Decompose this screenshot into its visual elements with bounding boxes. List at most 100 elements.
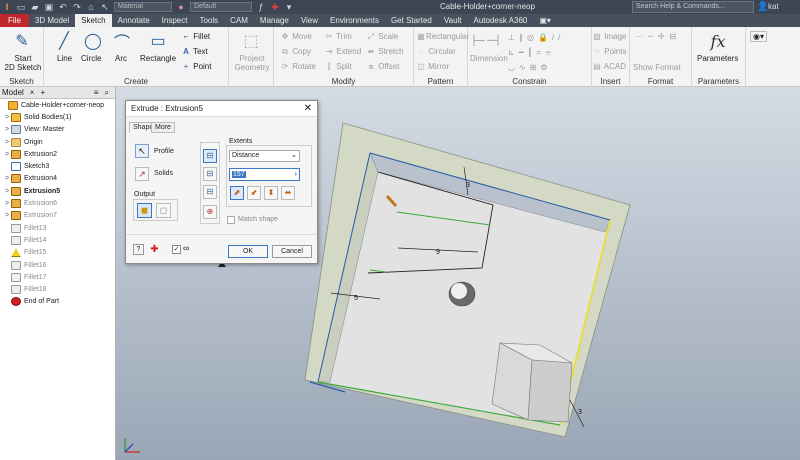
expand-chevron-icon[interactable]: > xyxy=(3,175,11,182)
tree-item[interactable]: > Extrusion2 xyxy=(0,148,115,160)
expand-chevron-icon[interactable]: > xyxy=(3,139,11,146)
line-icon[interactable]: ╱ xyxy=(54,31,74,51)
equal-icon[interactable]: = xyxy=(536,48,545,57)
tab-3d-model[interactable]: 3D Model xyxy=(29,14,75,27)
trim-button[interactable]: ✂ Trim xyxy=(324,32,352,41)
symmetric-icon[interactable]: ⌯ xyxy=(545,48,555,57)
direction-asymmetric-button[interactable]: ⬌ xyxy=(281,186,295,200)
stretch-button[interactable]: ⬌ Stretch xyxy=(366,47,404,56)
tree-item[interactable]: > View: Master xyxy=(0,124,115,136)
profile-select-button[interactable]: ↖ xyxy=(135,144,149,158)
expand-chevron-icon[interactable]: > xyxy=(3,200,11,207)
tab-annotate[interactable]: Annotate xyxy=(112,14,156,27)
offset-button[interactable]: ⧈ Offset xyxy=(366,62,399,72)
appearance-dropdown[interactable]: Default xyxy=(190,2,252,12)
cancel-button[interactable]: Cancel xyxy=(272,245,312,258)
coincident-icon[interactable]: ⊥ xyxy=(508,33,519,42)
scale-button[interactable]: ⤢ Scale xyxy=(366,32,398,42)
rectangle-icon[interactable]: ▭ xyxy=(148,31,168,51)
driven-dimension-icon[interactable]: ⊟ xyxy=(670,32,682,41)
tree-item[interactable]: Cable-Holder+corner-neop xyxy=(0,99,115,111)
ribbon-extra-dropdown[interactable]: ◉▾ xyxy=(750,31,767,42)
perpendicular-icon[interactable]: ⊾ xyxy=(508,48,519,57)
dimension-icon[interactable]: ⊢⊣ xyxy=(472,31,500,51)
new-solid-button[interactable]: ⊕ xyxy=(203,205,217,219)
tree-item[interactable]: Fillet16 xyxy=(0,259,115,271)
rectangular-pattern-button[interactable]: ▦Rectangular xyxy=(416,32,469,41)
match-shape-checkbox[interactable] xyxy=(227,216,235,224)
tree-item[interactable]: Fillet15 xyxy=(0,247,115,259)
acad-button[interactable]: ▤ ACAD xyxy=(592,62,626,71)
move-button[interactable]: ✥ Move xyxy=(280,32,312,41)
home-icon[interactable]: ⌂ xyxy=(84,2,98,12)
intersect-button[interactable]: ⊟ xyxy=(203,185,217,199)
expand-chevron-icon[interactable]: > xyxy=(3,151,11,158)
new-file-icon[interactable]: ▭ xyxy=(14,2,28,13)
tab-sketch[interactable]: Sketch xyxy=(75,14,112,27)
tab-file[interactable]: File xyxy=(0,14,29,27)
browser-close-icon[interactable]: × xyxy=(30,88,35,97)
browser-add-tab-icon[interactable]: + xyxy=(40,88,45,97)
dimension-text-9[interactable]: 9 xyxy=(436,249,440,256)
point-button[interactable]: + Point xyxy=(181,62,212,71)
tree-item[interactable]: Fillet18 xyxy=(0,283,115,295)
preview-checkbox[interactable]: ✓ xyxy=(172,245,181,254)
distance-input[interactable]: 157 › xyxy=(229,168,300,181)
line-button[interactable]: Line xyxy=(57,54,72,63)
undo-icon[interactable]: ↶ xyxy=(56,2,70,13)
browser-menu-icon[interactable]: ≡ xyxy=(94,88,99,97)
corner-block-side[interactable] xyxy=(527,359,573,423)
fix-icon[interactable]: 🔒 xyxy=(538,33,552,42)
fx-icon[interactable]: ƒ xyxy=(254,2,268,12)
centerline-icon[interactable]: ╌ xyxy=(648,32,658,41)
solids-select-button[interactable]: ↗ xyxy=(135,167,149,181)
project-geometry-icon[interactable]: ⬚ xyxy=(241,31,261,51)
expand-chevron-icon[interactable]: > xyxy=(3,114,11,121)
glasses-preview-icon[interactable]: ∞ xyxy=(183,243,189,253)
circle-icon[interactable]: ◯ xyxy=(83,31,103,51)
tab-tools[interactable]: Tools xyxy=(193,14,224,27)
select-icon[interactable]: ↖ xyxy=(98,2,112,13)
constraint-settings-icon[interactable]: ⚙ xyxy=(540,63,551,72)
browser-tab-model[interactable]: Model xyxy=(2,88,24,97)
save-icon[interactable]: ▣ xyxy=(42,2,56,13)
direction-default-button[interactable]: ⬈ xyxy=(230,186,244,200)
direction-symmetric-button[interactable]: ⬍ xyxy=(264,186,278,200)
add-icon[interactable]: ✚ xyxy=(149,244,160,255)
open-folder-icon[interactable]: ▰ xyxy=(28,2,42,13)
tab-get-started[interactable]: Get Started xyxy=(385,14,438,27)
center-point-icon[interactable]: ✢ xyxy=(658,32,670,41)
concentric-icon[interactable]: ◎ xyxy=(527,33,538,42)
show-constraints-icon[interactable]: ⊞ xyxy=(530,63,541,72)
help-icon[interactable]: ? xyxy=(133,244,144,255)
browser-search-icon[interactable]: ⌕ xyxy=(105,88,109,98)
qa-dropdown-icon[interactable]: ▾ xyxy=(282,2,296,13)
dimension-text-5[interactable]: 5 xyxy=(354,295,358,302)
project-geometry-button[interactable]: Project Geometry xyxy=(232,54,272,72)
help-search-input[interactable]: Search Help & Commands... xyxy=(632,1,754,13)
expand-chevron-icon[interactable]: > xyxy=(3,126,11,133)
start-2d-sketch-button[interactable]: Start 2D Sketch xyxy=(4,54,42,72)
split-button[interactable]: ⫿ Split xyxy=(324,62,352,72)
collinear-icon[interactable]: ∥ xyxy=(519,33,527,42)
tree-item[interactable]: End of Part xyxy=(0,296,115,308)
mirror-button[interactable]: ◫ Mirror xyxy=(416,62,449,71)
construction-icon[interactable]: ⋯ xyxy=(635,32,648,41)
fx-parameters-icon[interactable]: fx xyxy=(708,31,728,51)
show-format-button[interactable]: Show Format xyxy=(633,63,681,72)
tree-item[interactable]: > Solid Bodies(1) xyxy=(0,111,115,123)
tab-cam[interactable]: CAM xyxy=(224,14,254,27)
arc-icon[interactable]: ⌒ xyxy=(112,31,132,52)
copy-button[interactable]: ⧉ Copy xyxy=(280,47,311,57)
tree-item[interactable]: > Extrusion6 xyxy=(0,197,115,209)
horizontal-icon[interactable]: ━ xyxy=(519,48,528,57)
circular-pattern-button[interactable]: ◌ Circular xyxy=(416,47,456,56)
appearance-icon[interactable]: ● xyxy=(174,2,188,12)
smooth-icon[interactable]: ∿ xyxy=(519,63,530,72)
tree-item[interactable]: > Extrusion4 xyxy=(0,173,115,185)
material-dropdown[interactable]: Material xyxy=(114,2,172,12)
tab-view[interactable]: View xyxy=(295,14,324,27)
user-name[interactable]: kat xyxy=(768,2,779,11)
add-plus-icon[interactable]: ✚ xyxy=(268,2,282,13)
dimension-text-3-right[interactable]: 3 xyxy=(578,409,582,416)
